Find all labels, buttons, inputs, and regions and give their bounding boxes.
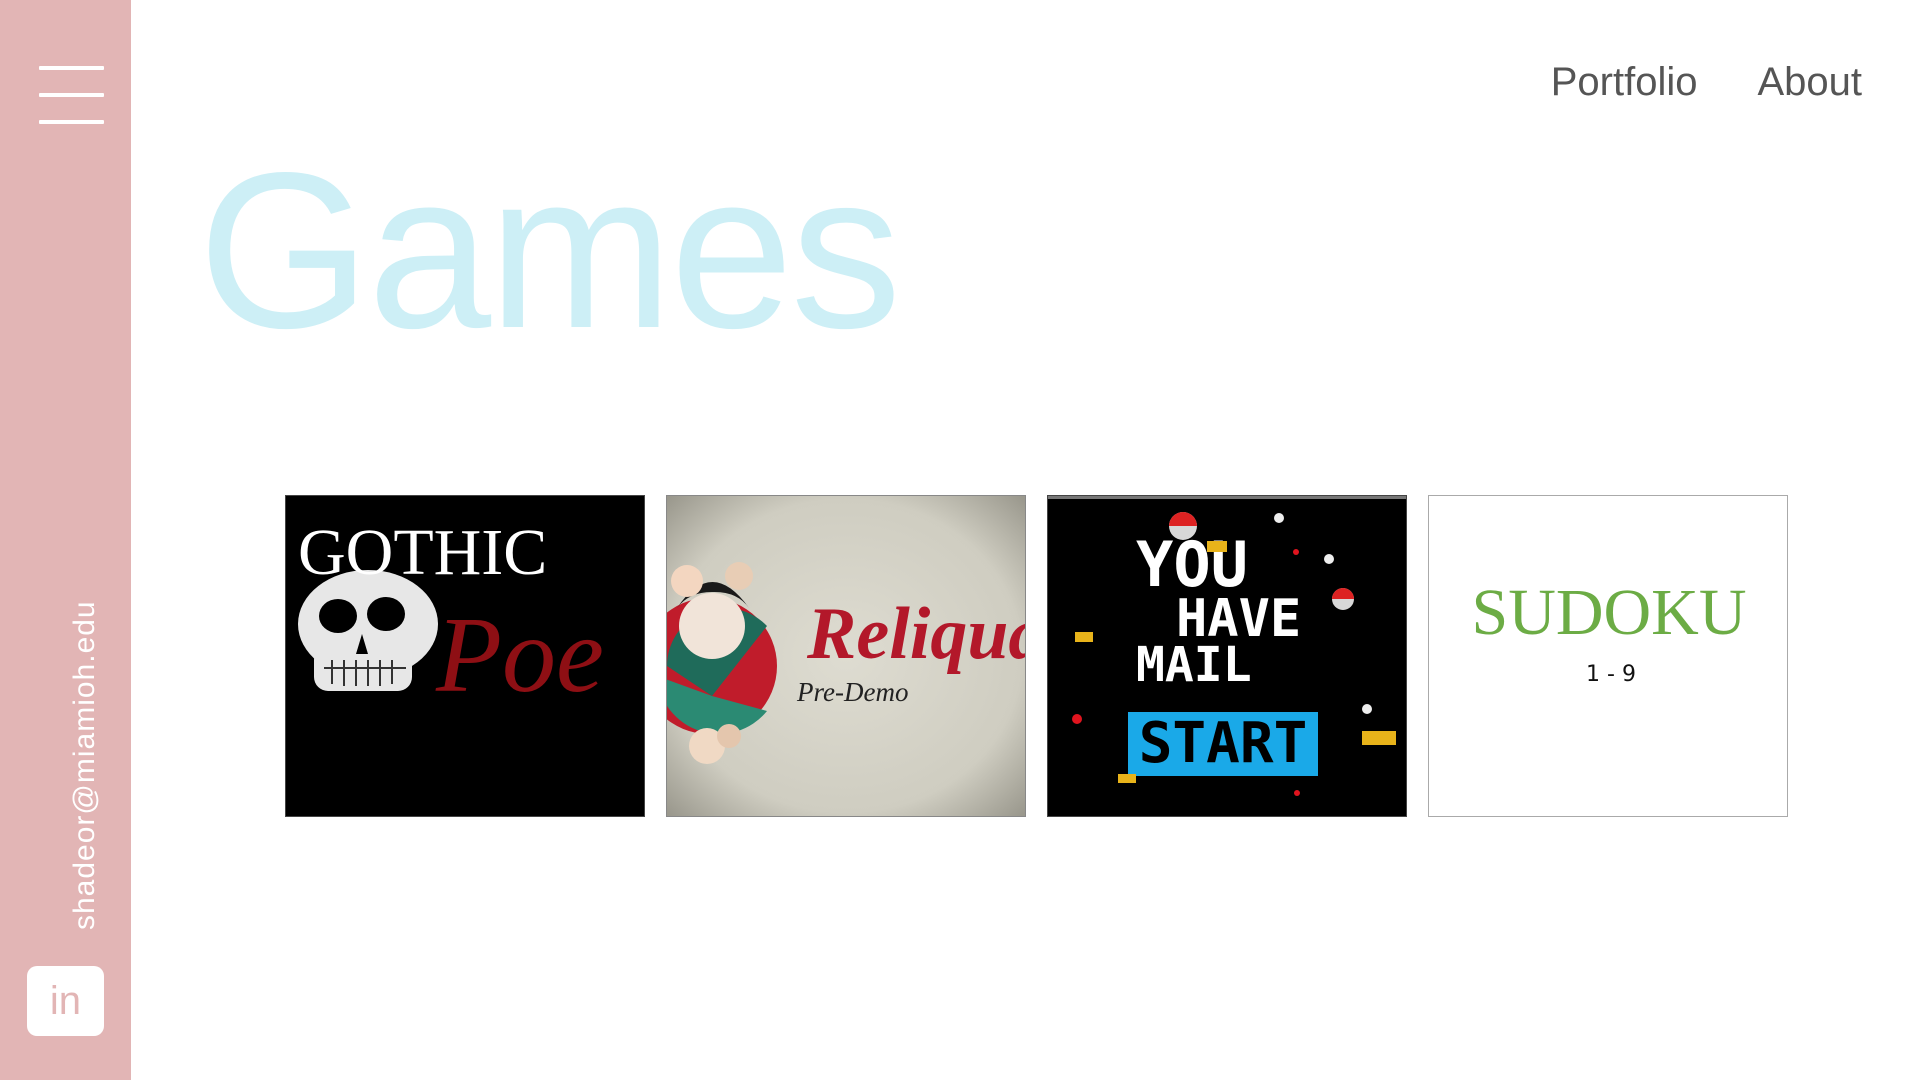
reliqua-cover: Reliqua Pre-Demo [667, 496, 1025, 816]
sudoku-cover: SUDOKU 1 - 9 [1429, 496, 1787, 816]
sudoku-subtitle-text: 1 - 9 [1586, 662, 1636, 687]
hamburger-menu-icon[interactable] [39, 66, 104, 124]
you-have-mail-cover: YOU HAVE MAIL START [1048, 496, 1406, 816]
top-nav: Portfolio About [1551, 60, 1862, 105]
game-tile-you-have-mail[interactable]: YOU HAVE MAIL START [1047, 495, 1407, 817]
game-tile-sudoku[interactable]: SUDOKU 1 - 9 [1428, 495, 1788, 817]
start-button-text: START [1139, 711, 1308, 776]
gothic-poe-cover: GOTHIC Poe [286, 496, 644, 816]
gothic-title-text: GOTHIC [298, 516, 547, 589]
poe-title-text: Poe [435, 596, 604, 715]
nav-link-portfolio[interactable]: Portfolio [1551, 60, 1698, 105]
linkedin-icon[interactable]: in [27, 966, 104, 1036]
sudoku-title-text: SUDOKU [1471, 576, 1746, 649]
mail-line3-text: MAIL [1136, 637, 1252, 693]
nav-link-about[interactable]: About [1757, 60, 1862, 105]
game-tile-reliqua[interactable]: Reliqua Pre-Demo [666, 495, 1026, 817]
reliqua-subtitle-text: Pre-Demo [796, 677, 908, 707]
email-link[interactable]: shadeor@miamioh.edu [68, 600, 102, 930]
reliqua-title-text: Reliqua [806, 593, 1025, 675]
sidebar: shadeor@miamioh.edu in [0, 0, 131, 1080]
game-tile-gothic-poe[interactable]: GOTHIC Poe [285, 495, 645, 817]
page-title: Games [198, 127, 902, 375]
